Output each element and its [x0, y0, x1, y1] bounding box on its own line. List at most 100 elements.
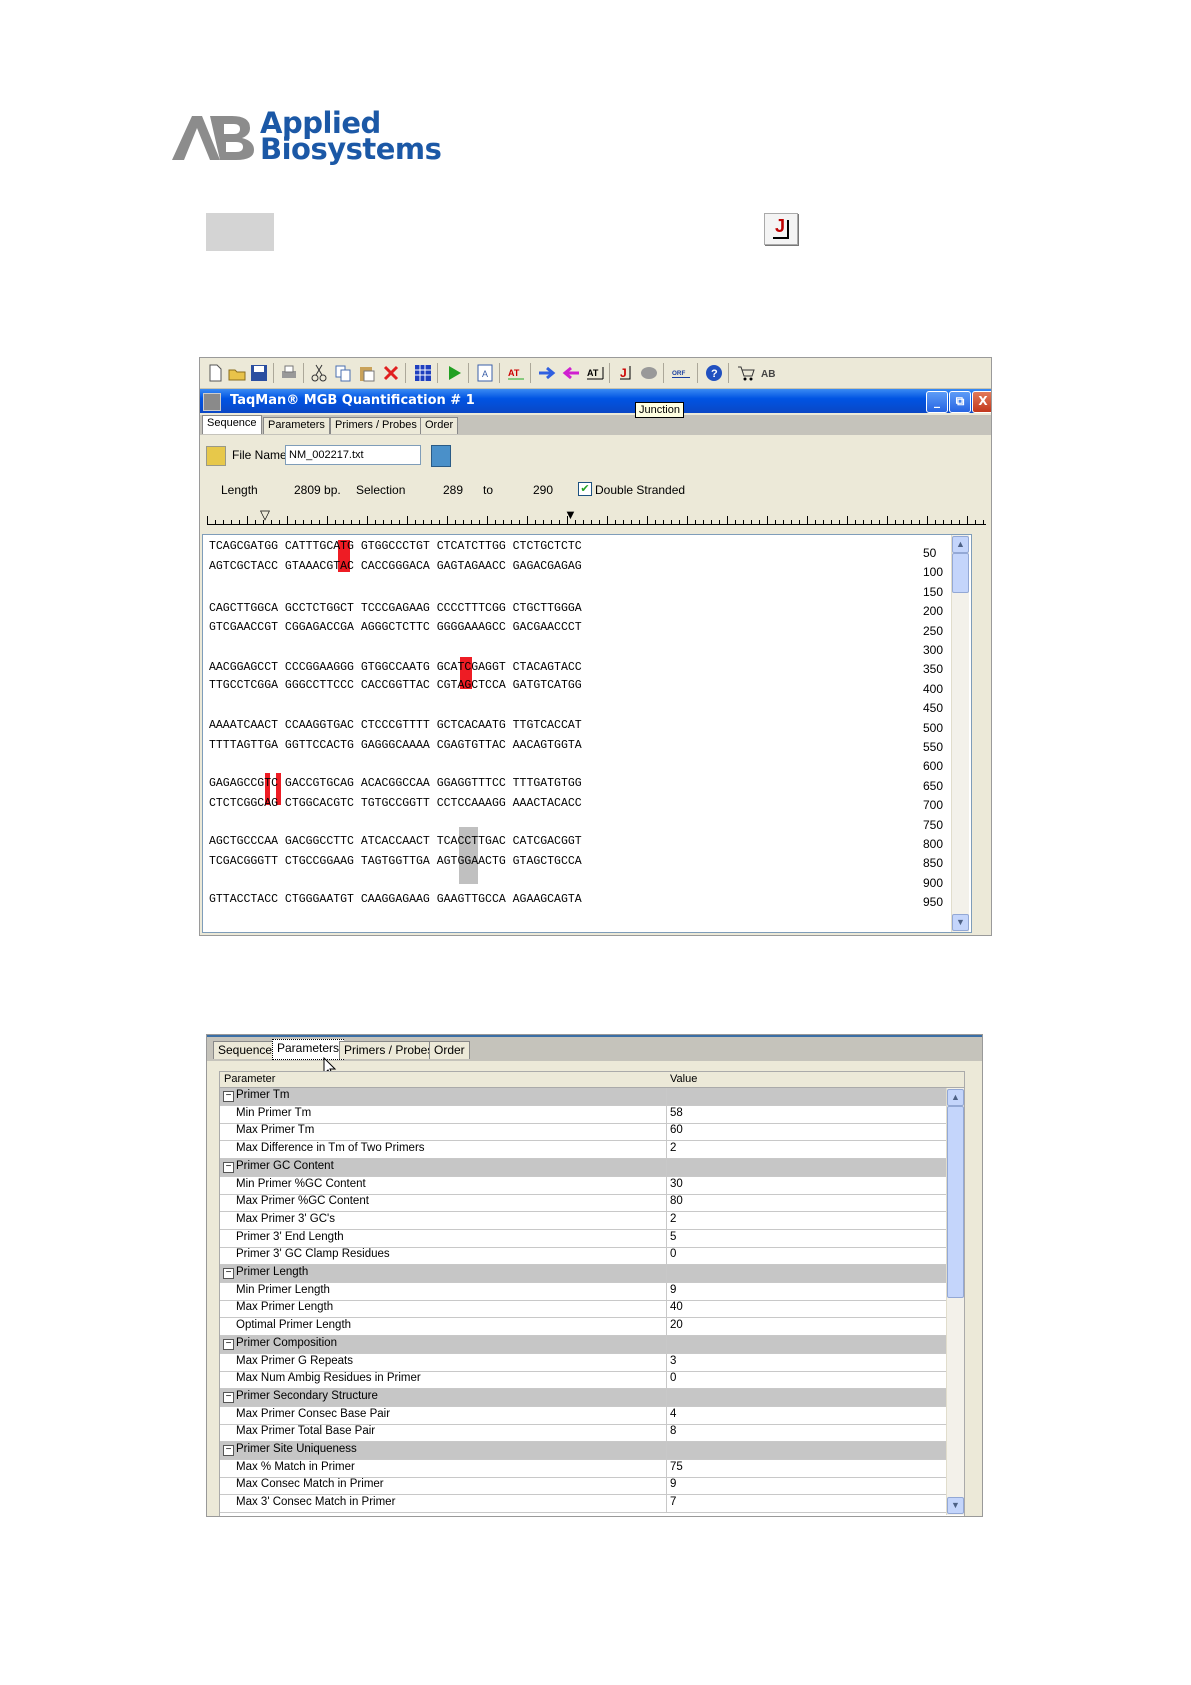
column-header-parameter[interactable]: Parameter — [224, 1073, 275, 1085]
cart-icon[interactable] — [737, 364, 755, 382]
collapse-icon[interactable]: − — [223, 1268, 234, 1279]
save-icon[interactable] — [250, 364, 268, 382]
parameter-value[interactable]: 75 — [670, 1461, 683, 1473]
paste-icon[interactable] — [358, 364, 376, 382]
parameter-value[interactable]: 58 — [670, 1107, 683, 1119]
browse-icon[interactable] — [431, 445, 451, 467]
lock-icon[interactable] — [206, 446, 226, 466]
parameter-row[interactable]: Max Consec Match in Primer 9 — [220, 1477, 964, 1496]
tab-sequence[interactable]: Sequence — [213, 1041, 278, 1059]
collapse-icon[interactable]: − — [223, 1338, 234, 1350]
cut-icon[interactable] — [310, 364, 328, 382]
parameter-row[interactable]: Max Primer Length 40 — [220, 1300, 964, 1319]
close-button[interactable]: X — [972, 391, 991, 413]
scroll-thumb[interactable] — [947, 1106, 964, 1298]
tab-primers-probes[interactable]: Primers / Probes — [339, 1041, 439, 1059]
parameter-value[interactable]: 9 — [670, 1284, 676, 1296]
scroll-thumb[interactable] — [952, 553, 969, 593]
parameter-value[interactable]: 60 — [670, 1124, 683, 1136]
parameter-row[interactable]: Max Primer G Repeats 3 — [220, 1353, 964, 1372]
sequence-scrollbar[interactable]: ▲ ▼ — [951, 535, 969, 932]
tab-sequence[interactable]: Sequence — [202, 415, 262, 434]
parameter-row[interactable]: Max Primer %GC Content 80 — [220, 1194, 964, 1213]
ruler-position-marker[interactable]: ▼ — [564, 508, 577, 521]
scroll-down-arrow-icon[interactable]: ▼ — [952, 914, 969, 931]
collapse-icon[interactable]: − — [223, 1091, 234, 1102]
collapse-icon[interactable]: − — [223, 1391, 234, 1403]
at-icon[interactable]: AT — [507, 364, 525, 382]
at-box-icon[interactable]: AT — [586, 364, 604, 382]
new-icon[interactable] — [206, 364, 224, 382]
parameter-row[interactable]: Max Primer Tm 60 — [220, 1123, 964, 1142]
double-stranded-checkbox[interactable]: ✔ — [578, 482, 592, 496]
scroll-up-arrow-icon[interactable]: ▲ — [952, 536, 969, 553]
column-header-value[interactable]: Value — [670, 1073, 697, 1085]
parameter-row[interactable]: Primer 3' GC Clamp Residues 0 — [220, 1247, 964, 1266]
parameter-row[interactable]: Max Primer 3' GC's 2 — [220, 1211, 964, 1230]
parameter-row[interactable]: Max Primer Consec Base Pair 4 — [220, 1406, 964, 1425]
parameter-section-row[interactable]: − Primer Secondary Structure — [220, 1388, 964, 1407]
tab-order[interactable]: Order — [429, 1041, 470, 1059]
sequence-line: AGCTGCCCAA GACGGCCTTC ATCACCAACT TCACCTT… — [209, 835, 582, 848]
sequence-pane[interactable]: TCAGCGATGG CATTTGCATG GTGGCCCTGT CTCATCT… — [202, 534, 972, 933]
brain-icon[interactable] — [640, 364, 658, 382]
junction-icon[interactable]: J — [617, 364, 635, 382]
parameter-section-row[interactable]: − Primer Site Uniqueness — [220, 1442, 964, 1460]
parameter-value[interactable]: 40 — [670, 1301, 683, 1313]
collapse-icon[interactable]: − — [223, 1445, 234, 1456]
parameter-value[interactable]: 5 — [670, 1231, 676, 1243]
parameter-row[interactable]: Max 3' Consec Match in Primer 7 — [220, 1495, 964, 1514]
parameters-scrollbar[interactable]: ▲ ▼ — [946, 1088, 964, 1515]
parameters-grid[interactable]: Parameter Value − Primer Tm Min Primer Tm 5… — [219, 1071, 965, 1516]
parameter-section-row[interactable]: − Primer Composition — [220, 1335, 964, 1354]
parameter-section-row[interactable]: − Primer Length — [220, 1265, 964, 1283]
parameter-value[interactable]: 2 — [670, 1142, 676, 1154]
parameter-row[interactable]: Max % Match in Primer 75 — [220, 1459, 964, 1478]
parameter-value[interactable]: 20 — [670, 1319, 683, 1331]
open-icon[interactable] — [228, 364, 246, 382]
parameter-row[interactable]: Max Num Ambig Residues in Primer 0 — [220, 1371, 964, 1390]
position-number: 250 — [923, 623, 944, 638]
run-icon[interactable] — [445, 364, 463, 382]
parameter-row[interactable]: Optimal Primer Length 20 — [220, 1318, 964, 1337]
parameter-row[interactable]: Max Primer Total Base Pair 8 — [220, 1424, 964, 1443]
parameter-section-row[interactable]: − Primer Tm — [220, 1088, 964, 1106]
annotate-icon[interactable]: A — [476, 364, 494, 382]
sequence-ruler[interactable] — [207, 510, 986, 525]
parameter-value[interactable]: 30 — [670, 1178, 683, 1190]
parameter-value[interactable]: 3 — [670, 1355, 676, 1367]
delete-icon[interactable] — [382, 364, 400, 382]
grid-icon[interactable] — [414, 364, 432, 382]
scroll-down-arrow-icon[interactable]: ▼ — [947, 1497, 964, 1514]
parameter-row[interactable]: Max Difference in Tm of Two Primers 2 — [220, 1141, 964, 1160]
print-icon[interactable] — [280, 364, 298, 382]
parameter-row[interactable]: Min Primer %GC Content 30 — [220, 1176, 964, 1195]
back-arrow-icon[interactable] — [562, 364, 580, 382]
tab-order[interactable]: Order — [420, 417, 459, 434]
parameter-value[interactable]: 9 — [670, 1478, 676, 1490]
parameter-value[interactable]: 0 — [670, 1372, 676, 1384]
help-icon[interactable]: ? — [705, 364, 723, 382]
scroll-up-arrow-icon[interactable]: ▲ — [947, 1089, 964, 1106]
parameter-value[interactable]: 80 — [670, 1195, 683, 1207]
file-name-input[interactable] — [285, 445, 421, 465]
parameter-value[interactable]: 8 — [670, 1425, 676, 1437]
minimize-button[interactable]: _ — [926, 391, 948, 413]
parameter-value[interactable]: 7 — [670, 1496, 676, 1508]
parameter-row[interactable]: Min Primer Tm 58 — [220, 1105, 964, 1124]
tab-parameters[interactable]: Parameters — [263, 417, 330, 434]
copy-icon[interactable] — [334, 364, 352, 382]
ab-logo-icon[interactable]: AB — [761, 364, 779, 382]
parameter-row[interactable]: Min Primer Length 9 — [220, 1282, 964, 1301]
collapse-icon[interactable]: − — [223, 1161, 234, 1173]
tab-primers-probes[interactable]: Primers / Probes — [330, 417, 422, 434]
parameter-value[interactable]: 4 — [670, 1408, 676, 1420]
parameter-row[interactable]: Primer 3' End Length 5 — [220, 1229, 964, 1248]
parameter-section-row[interactable]: − Primer GC Content — [220, 1158, 964, 1177]
ruler-start-marker[interactable]: ▽ — [260, 508, 270, 521]
parameter-value[interactable]: 2 — [670, 1213, 676, 1225]
parameter-value[interactable]: 0 — [670, 1248, 676, 1260]
restore-button[interactable]: ⧉ — [949, 391, 971, 413]
orf-icon[interactable]: ORF — [672, 364, 690, 382]
forward-arrow-icon[interactable] — [538, 364, 556, 382]
